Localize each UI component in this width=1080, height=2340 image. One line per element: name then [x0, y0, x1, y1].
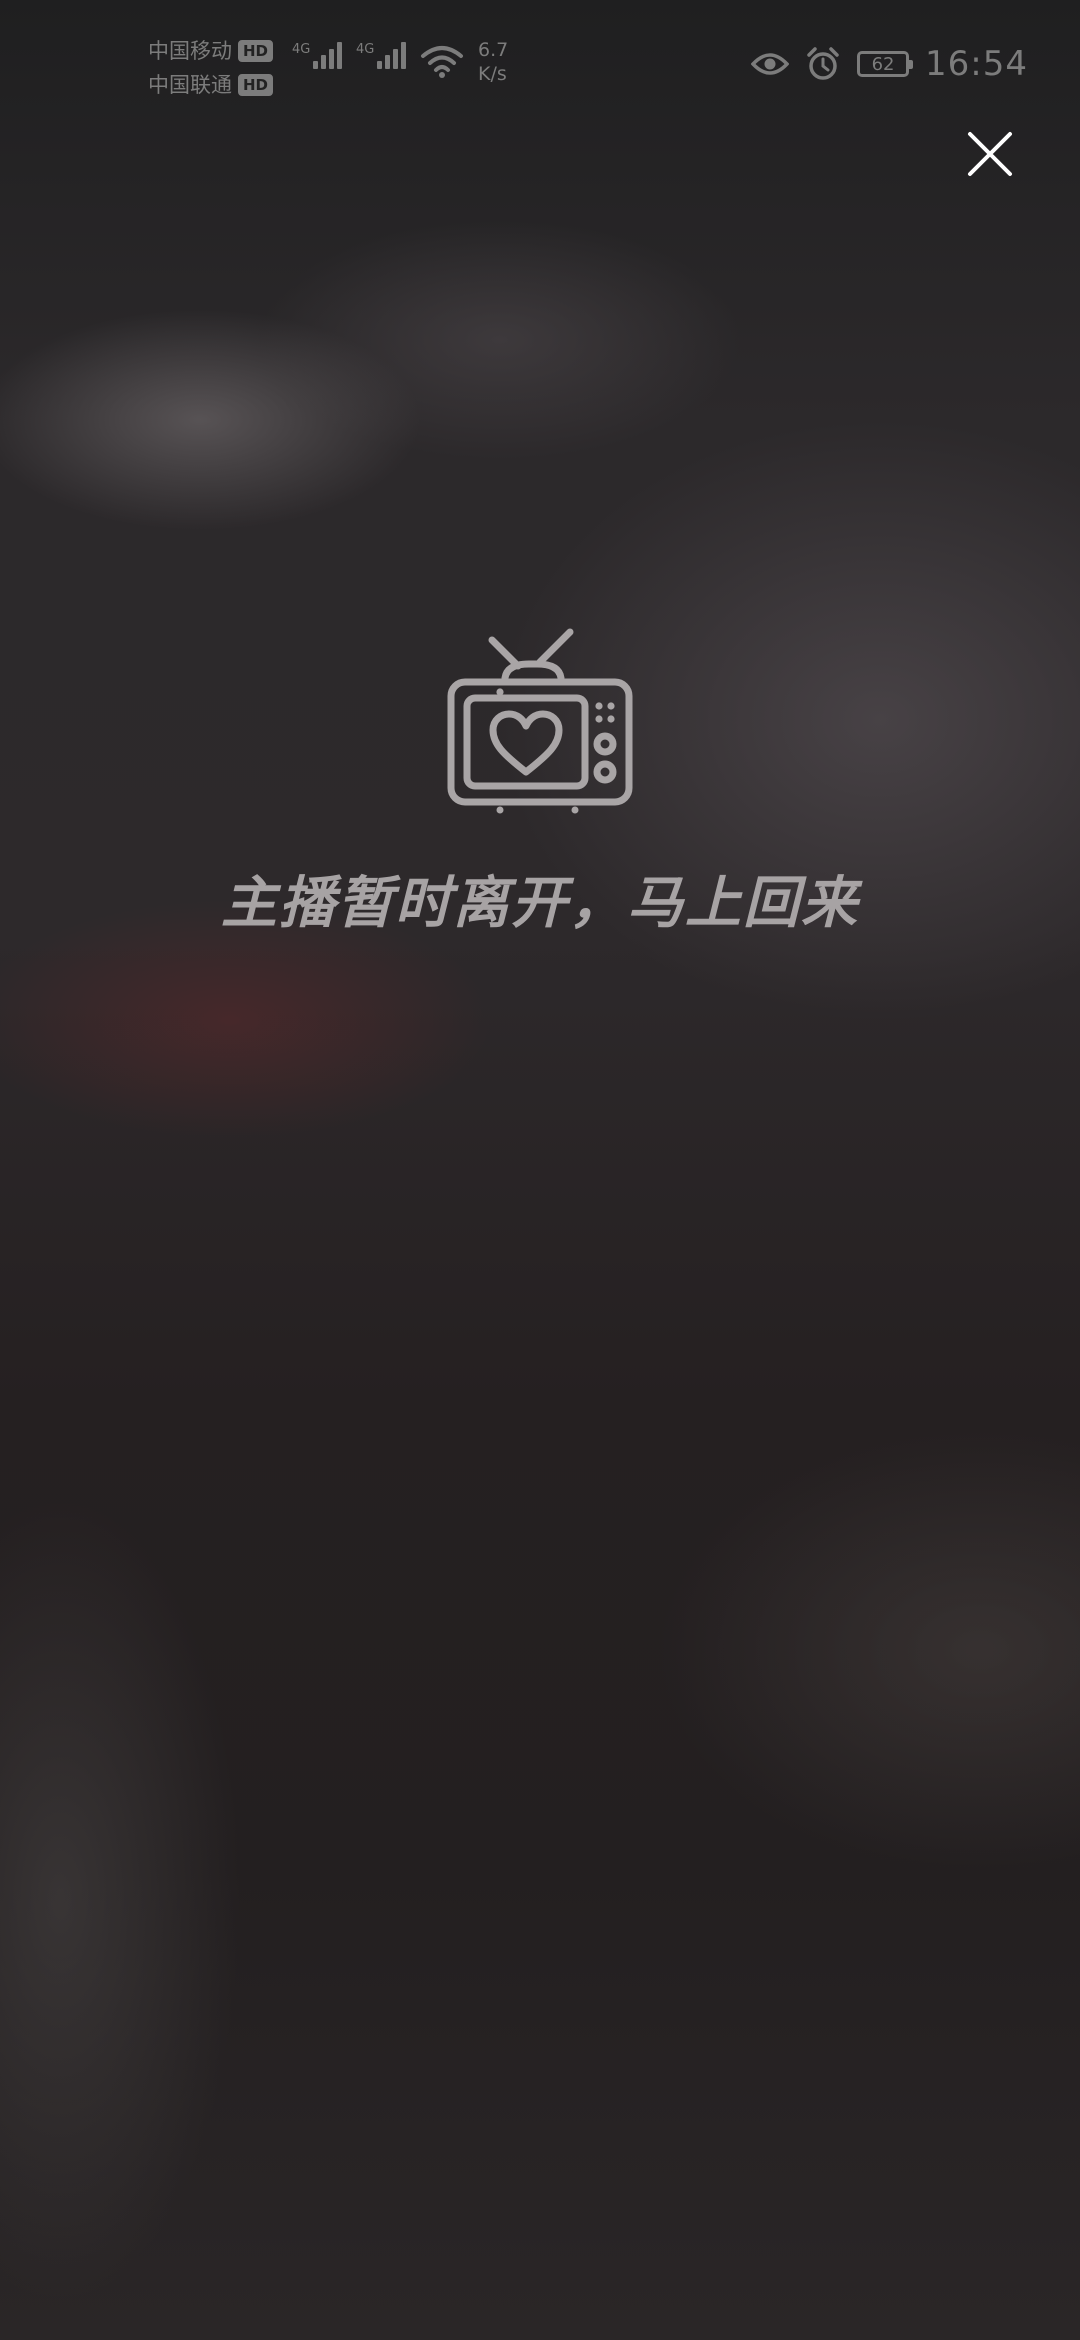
close-icon[interactable]	[962, 126, 1018, 182]
alarm-icon	[807, 47, 839, 80]
eye-icon	[751, 53, 790, 75]
carrier-info: 中国移动 HD 中国联通 HD	[148, 34, 274, 102]
battery-level: 62	[871, 53, 895, 75]
live-room-screen: 中国移动 HD 中国联通 HD 4G 4G 6.7 K/s 62 16:54 主…	[0, 0, 1080, 2340]
host-away-message: 主播暂时离开，马上回来	[221, 871, 859, 936]
signal-icon: 4G	[356, 42, 407, 69]
status-time: 16:54	[925, 44, 1028, 84]
speed-unit: K/s	[478, 63, 507, 85]
speed-value: 6.7	[478, 39, 509, 61]
carrier-row-2: 中国联通 HD	[148, 68, 274, 102]
carrier-row-1: 中国移动 HD	[148, 34, 274, 68]
tv-heart-icon	[447, 628, 633, 814]
status-bar: 中国移动 HD 中国联通 HD 4G 4G 6.7 K/s 62 16:54	[0, 0, 1080, 130]
carrier-name-2: 中国联通	[148, 73, 232, 97]
wifi-icon	[421, 46, 463, 78]
status-right-group: 62 16:54	[751, 44, 1028, 84]
signal-icon: 4G	[292, 42, 343, 69]
hd-badge: HD	[238, 74, 274, 96]
network-speed: 6.7 K/s	[478, 38, 508, 86]
carrier-name-1: 中国移动	[148, 39, 232, 63]
network-type-label: 4G	[356, 42, 375, 57]
network-type-label: 4G	[292, 42, 311, 57]
battery-icon: 62	[857, 51, 914, 77]
hd-badge: HD	[238, 40, 274, 62]
